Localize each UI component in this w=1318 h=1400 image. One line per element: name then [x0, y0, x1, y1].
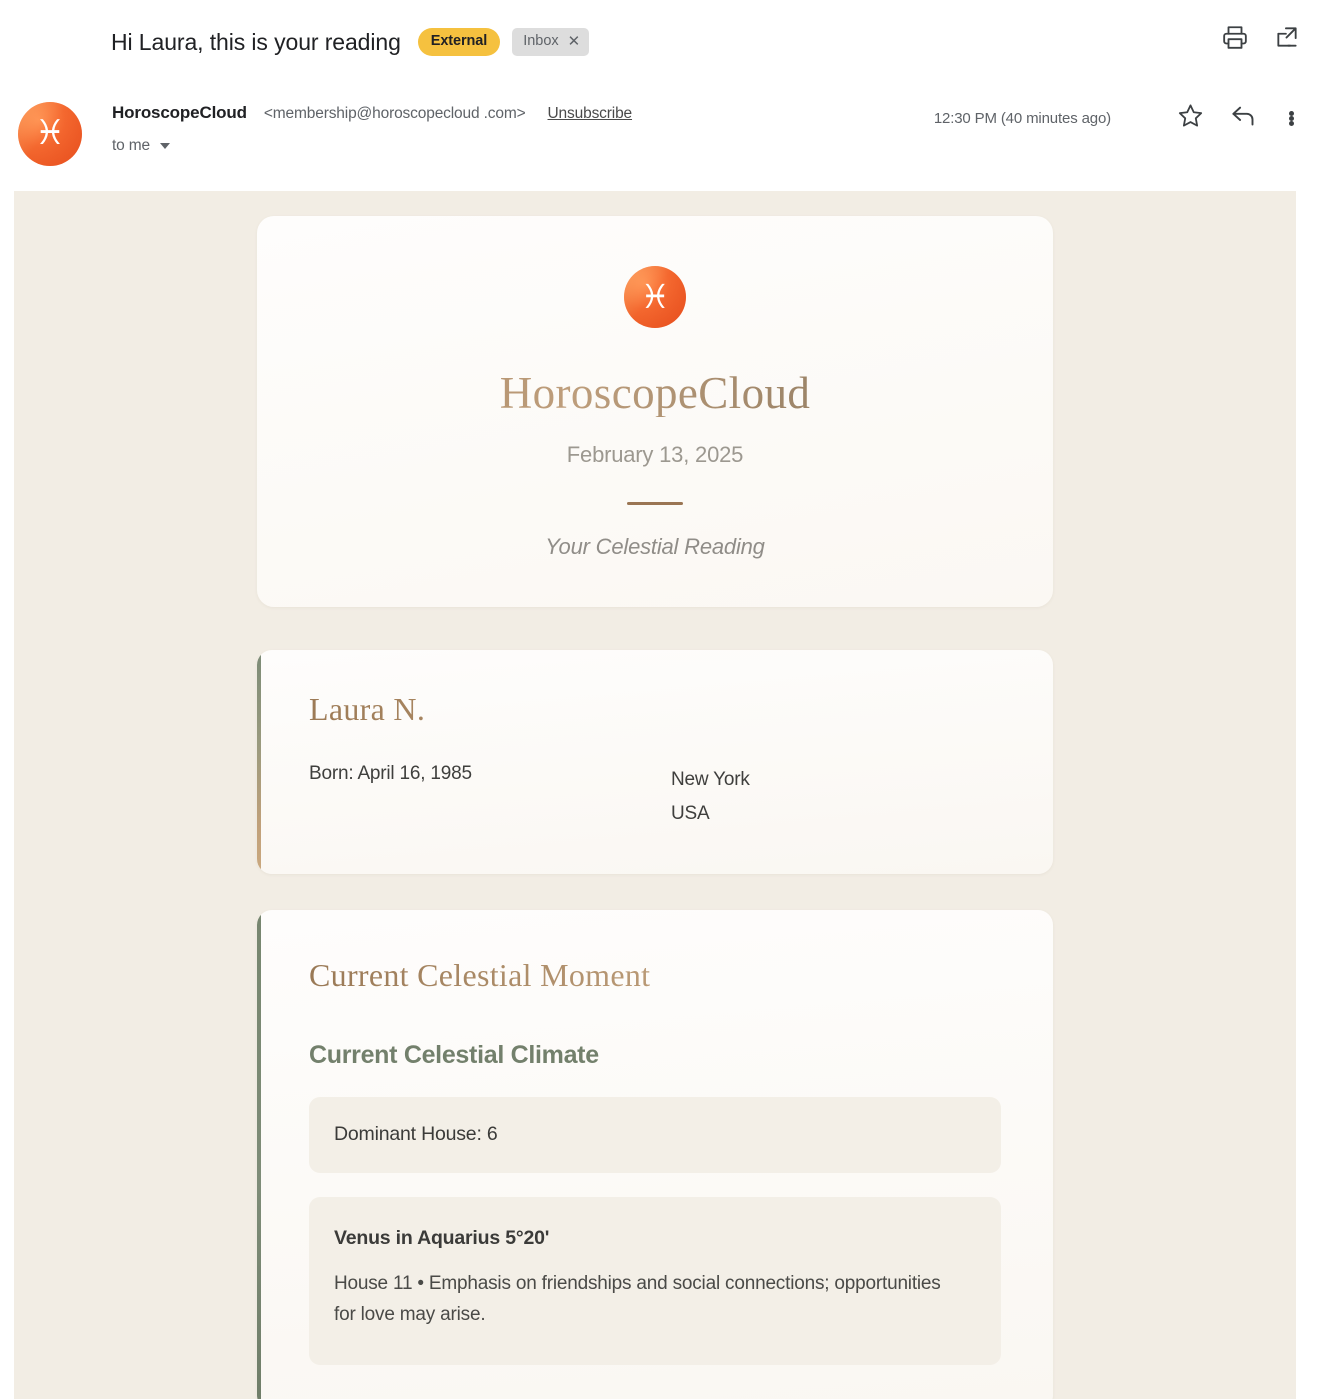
profile-birthdate: Born: April 16, 1985: [309, 763, 472, 785]
subject-row: Hi Laura, this is your reading External …: [0, 18, 1318, 66]
venus-placement-box: Venus in Aquarius 5°20' House 11 • Empha…: [309, 1197, 1001, 1365]
profile-city: New York: [671, 769, 750, 791]
brand-title: HoroscopeCloud: [297, 369, 1013, 417]
print-icon[interactable]: [1222, 24, 1248, 50]
profile-country: USA: [671, 802, 710, 824]
profile-location: New York USA: [671, 763, 750, 830]
celestial-moment-card: Current Celestial Moment Current Celesti…: [257, 909, 1053, 1399]
sender-name[interactable]: HoroscopeCloud: [112, 103, 247, 123]
label-chip-inbox-text: Inbox: [523, 33, 559, 50]
email-header: Hi Laura, this is your reading External …: [0, 0, 1318, 191]
reading-hero-card: ♓ HoroscopeCloud February 13, 2025 Your …: [257, 216, 1053, 608]
sender-details: HoroscopeCloud <membership@horoscopeclou…: [112, 99, 632, 155]
card-accent-stripe: [257, 650, 261, 874]
sender-actions: 12:30 PM (40 minutes ago): [934, 102, 1300, 134]
timestamp: 12:30 PM (40 minutes ago): [933, 109, 1111, 127]
dominant-house-box: Dominant House: 6: [309, 1097, 1001, 1174]
celestial-climate-heading: Current Celestial Climate: [309, 1041, 599, 1070]
star-icon[interactable]: [1177, 102, 1204, 134]
card-accent-stripe: [257, 909, 261, 1399]
more-options-icon[interactable]: [1283, 110, 1300, 126]
label-chip-inbox[interactable]: Inbox ✕: [512, 28, 590, 56]
reading-date: February 13, 2025: [566, 442, 744, 468]
recipient-label: to me: [112, 137, 151, 154]
email-body: ♓ HoroscopeCloud February 13, 2025 Your …: [14, 191, 1296, 1399]
dominant-house-label: Dominant House: 6: [334, 1123, 498, 1146]
header-action-group: [1222, 24, 1300, 50]
venus-placement-description: House 11 • Emphasis on friendships and s…: [334, 1273, 941, 1325]
divider: [627, 502, 683, 506]
status-badge-external: External: [417, 28, 501, 56]
close-icon[interactable]: ✕: [568, 34, 581, 49]
chevron-down-icon[interactable]: [160, 143, 171, 149]
unsubscribe-link[interactable]: Unsubscribe: [548, 105, 633, 123]
reading-container: ♓ HoroscopeCloud February 13, 2025 Your …: [257, 216, 1053, 1399]
profile-name: Laura N.: [309, 692, 1001, 727]
sender-row: ♓ HoroscopeCloud <membership@horoscopecl…: [0, 66, 1318, 191]
sender-email: <membership@horoscopecloud .com>: [263, 105, 526, 122]
reading-tagline: Your Celestial Reading: [545, 534, 765, 560]
reply-icon[interactable]: [1230, 102, 1257, 134]
celestial-section-title: Current Celestial Moment: [309, 957, 1001, 993]
avatar[interactable]: ♓: [18, 102, 82, 166]
brand-logo: ♓: [624, 266, 686, 328]
pisces-icon: ♓: [640, 276, 670, 316]
profile-card: Laura N. Born: April 16, 1985 New York U…: [257, 650, 1053, 874]
recipient-row[interactable]: to me: [112, 137, 632, 155]
pisces-icon: ♓: [34, 113, 66, 153]
venus-placement-title: Venus in Aquarius 5°20': [334, 1227, 550, 1250]
open-in-new-window-icon[interactable]: [1274, 24, 1300, 50]
page-title: Hi Laura, this is your reading: [111, 28, 401, 55]
